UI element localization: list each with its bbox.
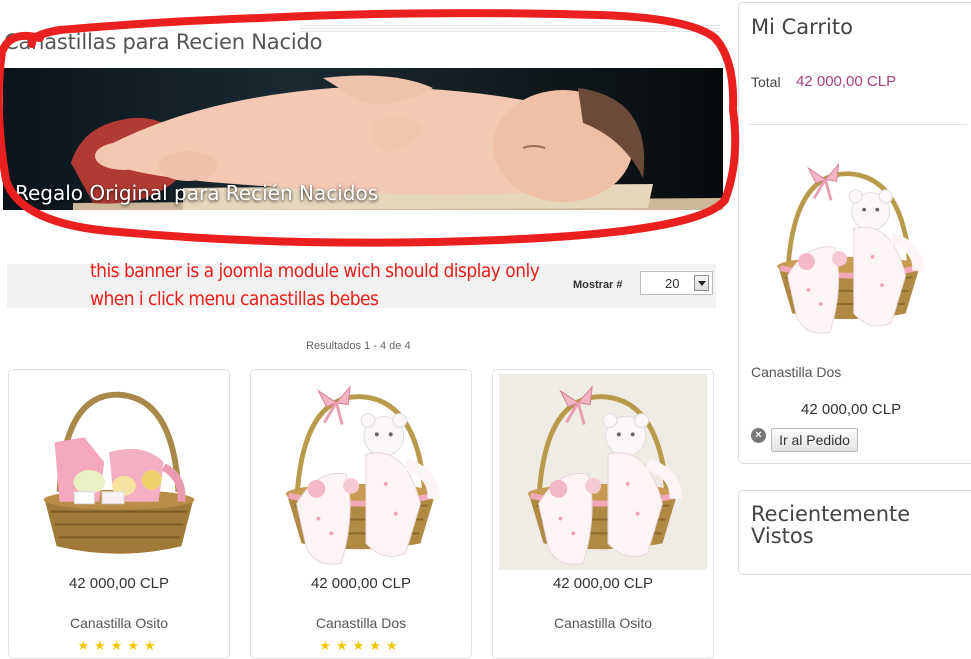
go-to-order-button[interactable]: Ir al Pedido xyxy=(771,428,858,452)
product-image[interactable] xyxy=(499,374,707,570)
annotation-line: this banner is a joomla module wich shou… xyxy=(90,260,540,282)
cart-title: Mi Carrito xyxy=(751,15,853,39)
cart-total-label: Total xyxy=(751,74,781,90)
product-price: 42 000,00 CLP xyxy=(68,575,170,592)
show-count-label: Mostrar # xyxy=(573,279,623,291)
cart-item-price: 42 000,00 CLP xyxy=(801,401,902,418)
cart-module: Mi Carrito Total 42 000,00 CLP Canastill… xyxy=(738,2,971,464)
page-title: Canastillas para Recien Nacido xyxy=(4,30,323,55)
results-count: Resultados 1 - 4 de 4 xyxy=(306,340,411,352)
product-price: 42 000,00 CLP xyxy=(552,575,654,592)
banner-module[interactable]: Regalo Original para Recién Nacidos xyxy=(3,68,723,210)
annotation-note: this banner is a joomla module wich shou… xyxy=(90,257,558,313)
product-image[interactable] xyxy=(15,374,223,570)
product-price: 42 000,00 CLP xyxy=(310,575,412,592)
product-name-link[interactable]: Canastilla Osito xyxy=(9,615,229,631)
rating-stars: ★★★★★ xyxy=(319,638,403,653)
remove-item-icon[interactable]: × xyxy=(751,428,766,443)
show-count-select[interactable]: 20 xyxy=(640,271,713,295)
annotation-line: when i click menu canastillas bebes xyxy=(90,288,379,310)
product-card[interactable]: 42 000,00 CLP Canastilla Dos ★★★★★ xyxy=(250,369,472,659)
product-card[interactable]: 42 000,00 CLP Canastilla Osito xyxy=(492,369,714,659)
banner-caption: Regalo Original para Recién Nacidos xyxy=(15,181,379,205)
cart-item-image[interactable] xyxy=(749,153,949,338)
product-image[interactable] xyxy=(257,374,465,570)
cart-divider xyxy=(749,124,967,125)
product-card[interactable]: 42 000,00 CLP Canastilla Osito ★★★★★ xyxy=(8,369,230,659)
cart-item-name[interactable]: Canastilla Dos xyxy=(751,364,841,380)
show-count-value: 20 xyxy=(665,276,680,291)
recently-viewed-title: Recientemente Vistos xyxy=(751,502,911,548)
product-name-link[interactable]: Canastilla Dos xyxy=(251,615,471,631)
title-divider xyxy=(300,25,720,33)
recently-viewed-module: Recientemente Vistos xyxy=(738,490,971,575)
rating-stars: ★★★★★ xyxy=(77,638,161,653)
cart-total-value: 42 000,00 CLP xyxy=(796,73,897,90)
product-name-link[interactable]: Canastilla Osito xyxy=(493,615,713,631)
chevron-down-icon[interactable] xyxy=(694,275,709,291)
